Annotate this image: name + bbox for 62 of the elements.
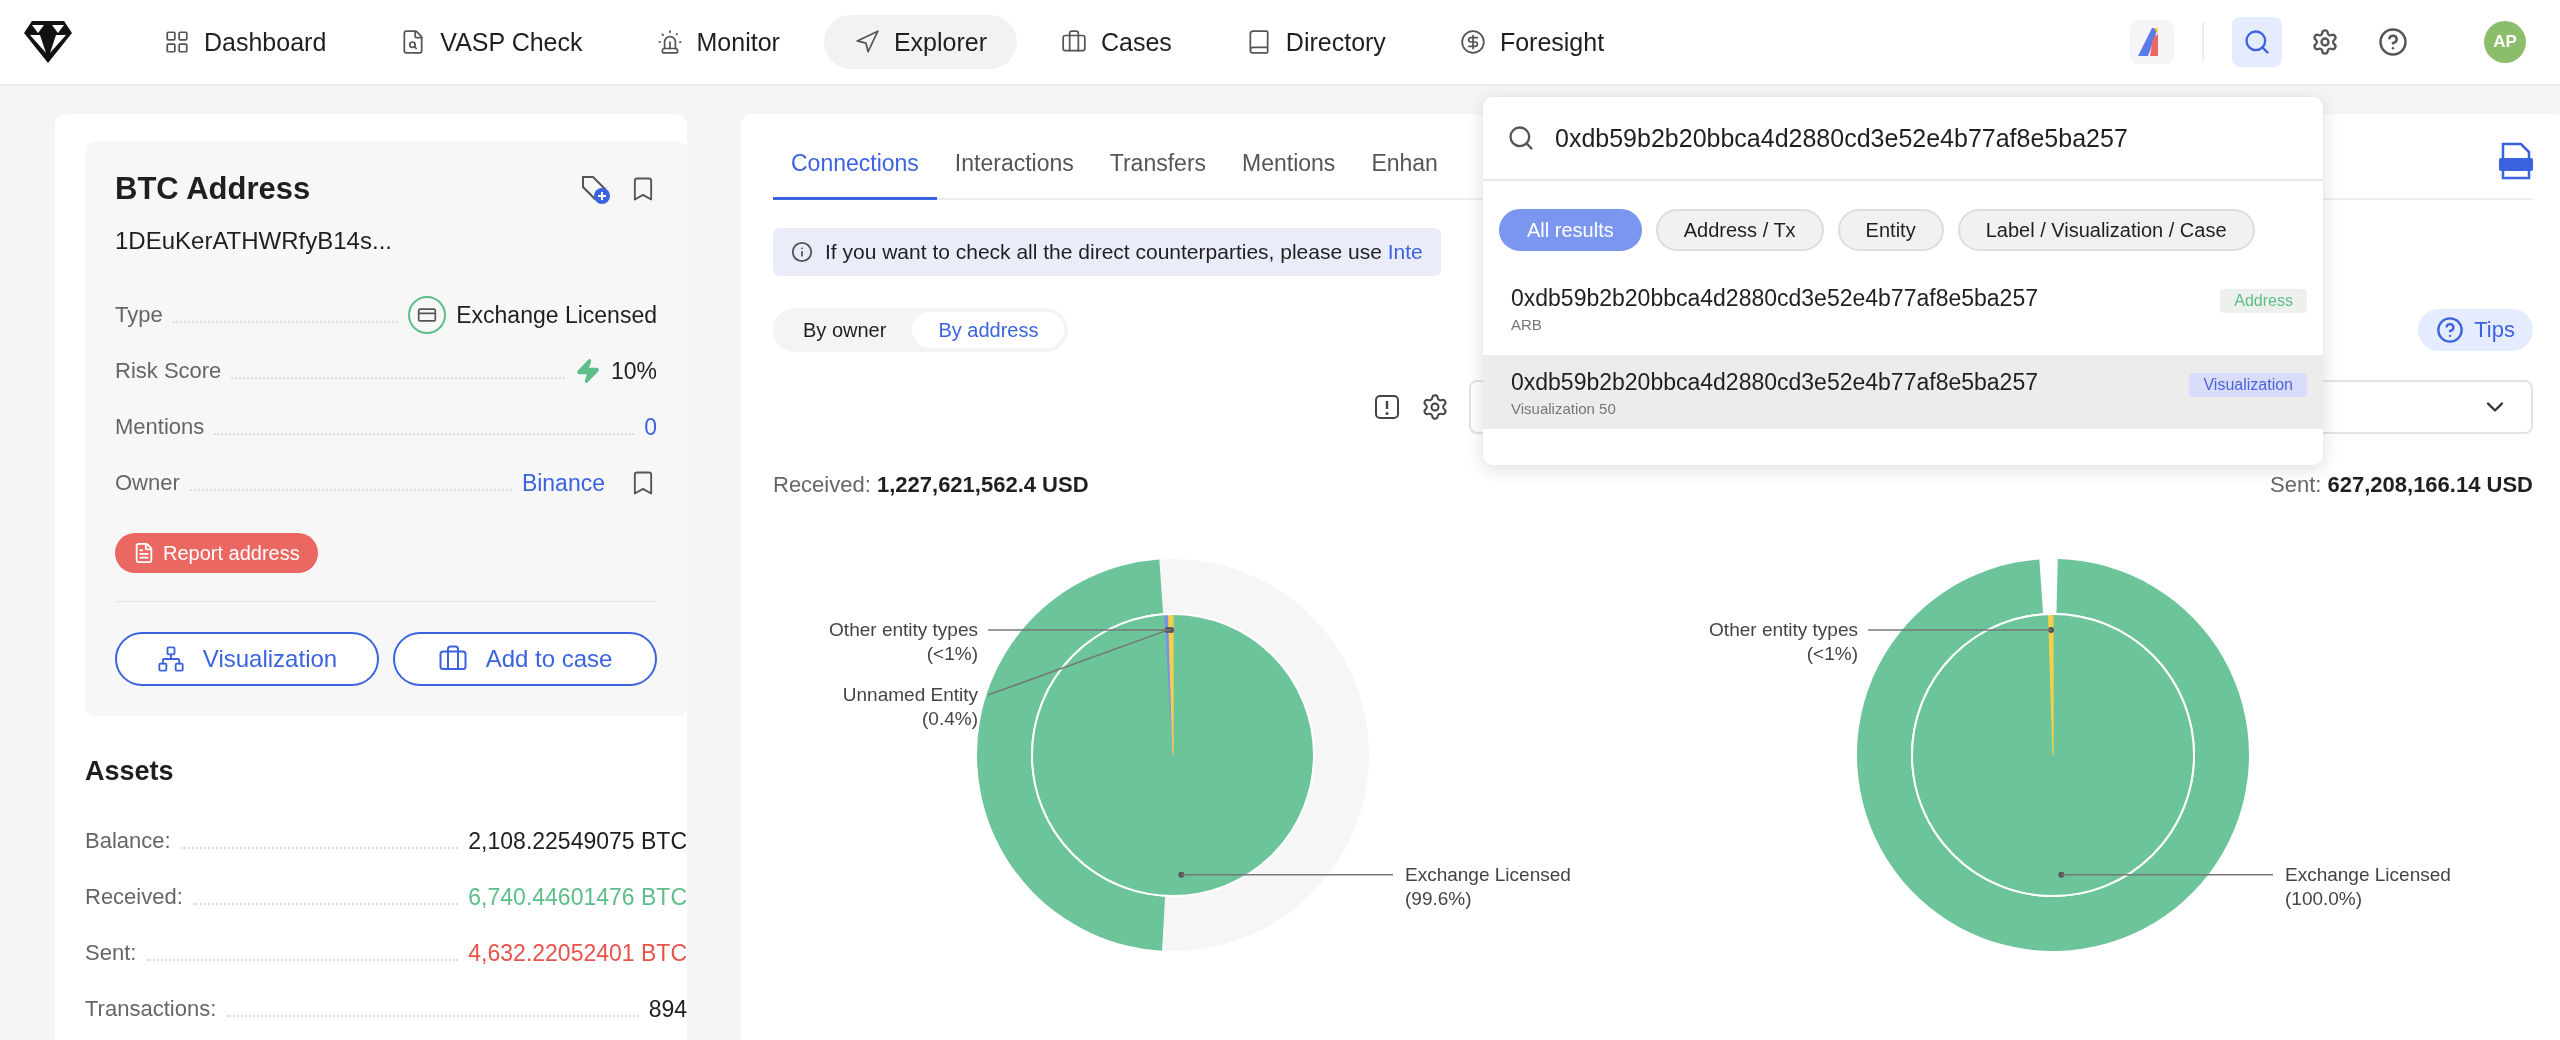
slice-value: (0.4%) bbox=[922, 708, 978, 729]
received-total: Received: 1,227,621,562.4 USD bbox=[773, 472, 1089, 498]
slice-value: (<1%) bbox=[1806, 643, 1858, 664]
tab[interactable]: Interactions bbox=[936, 150, 1092, 200]
slice-label: Unnamed Entity bbox=[842, 684, 978, 705]
search-field[interactable]: 0xdb59b2b20bbca4d2880cd3e52e4b77af8e5ba257 bbox=[1553, 122, 2299, 154]
toggle-option[interactable]: By owner bbox=[777, 312, 913, 348]
detail-value[interactable]: 0 bbox=[644, 413, 657, 441]
slice-label: Exchange Licensed bbox=[1405, 863, 1571, 885]
slice-label: Exchange Licensed bbox=[2285, 863, 2451, 885]
tab[interactable]: Transfers bbox=[1091, 150, 1225, 200]
toggle-option[interactable]: By address bbox=[912, 312, 1065, 348]
asset-label: Balance: bbox=[85, 828, 171, 854]
tab[interactable]: Enhan bbox=[1353, 150, 1456, 200]
tab[interactable]: Mentions bbox=[1224, 150, 1354, 200]
filter-chip[interactable]: Label / Visualization / Case bbox=[1957, 209, 2255, 251]
detail-value: Exchange Licensed bbox=[456, 301, 657, 329]
detail-label: Owner bbox=[115, 470, 180, 496]
nav-item[interactable]: Monitor bbox=[626, 15, 810, 69]
nav-item[interactable]: Directory bbox=[1215, 15, 1416, 69]
banner-text: If you want to check all the direct counterparties, please use Inte bbox=[825, 240, 1423, 264]
detail-label: Mentions bbox=[115, 414, 205, 440]
nav-item[interactable]: VASP Check bbox=[370, 15, 613, 69]
tips-button[interactable]: Tips bbox=[2418, 309, 2533, 351]
search-result[interactable]: 0xdb59b2b20bbca4d2880cd3e52e4b77af8e5ba257 Visualization 50 Visualization bbox=[1483, 355, 2323, 429]
result-tag: Visualization bbox=[2189, 373, 2307, 397]
asset-value: 4,632.22052401 BTC bbox=[468, 939, 687, 967]
detail-value[interactable]: Binance bbox=[521, 469, 605, 497]
slice-value: (<1%) bbox=[926, 643, 978, 664]
slice-value: (100.0%) bbox=[2285, 887, 2363, 909]
asset-value: 6,740.44601476 BTC bbox=[468, 883, 687, 911]
section-title: Assets bbox=[85, 756, 175, 787]
card-title: BTC Address bbox=[115, 171, 312, 207]
banner-link[interactable]: Inte bbox=[1387, 240, 1423, 263]
action-button[interactable]: Visualization bbox=[115, 632, 379, 686]
detail-value: 10% bbox=[610, 357, 657, 385]
result-tag: Address bbox=[2220, 289, 2307, 313]
action-button[interactable]: Add to case bbox=[393, 632, 657, 686]
filter-chip[interactable]: Entity bbox=[1837, 209, 1944, 251]
asset-value: 894 bbox=[648, 995, 687, 1023]
slice-label: Other entity types bbox=[1709, 619, 1858, 640]
asset-label: Sent: bbox=[85, 940, 137, 966]
tab[interactable]: Connections bbox=[773, 150, 937, 200]
nav-item[interactable]: Explorer bbox=[823, 15, 1017, 69]
asset-label: Received: bbox=[85, 884, 183, 910]
asset-value: 2,108.22549075 BTC bbox=[468, 827, 687, 855]
address-text: 1DEuKerATHWRfyB14s... bbox=[115, 227, 393, 255]
search-result[interactable]: 0xdb59b2b20bbca4d2880cd3e52e4b77af8e5ba257 ARB Address bbox=[1483, 271, 2323, 345]
result-title: 0xdb59b2b20bbca4d2880cd3e52e4b77af8e5ba257 bbox=[1511, 369, 2039, 396]
detail-label: Type bbox=[115, 302, 163, 328]
nav-item[interactable]: Cases bbox=[1031, 15, 1202, 69]
detail-label: Risk Score bbox=[115, 358, 222, 384]
nav-item[interactable]: Dashboard bbox=[134, 15, 357, 69]
slice-value: (99.6%) bbox=[1405, 887, 1472, 909]
result-title: 0xdb59b2b20bbca4d2880cd3e52e4b77af8e5ba257 bbox=[1511, 285, 2039, 312]
sent-total: Sent: 627,208,166.14 USD bbox=[2270, 472, 2533, 498]
filter-chip[interactable]: Address / Tx bbox=[1655, 209, 1824, 251]
result-subtitle: ARB bbox=[1511, 316, 1543, 333]
asset-label: Transactions: bbox=[85, 996, 217, 1022]
slice-label: Other entity types bbox=[829, 619, 978, 640]
result-subtitle: Visualization 50 bbox=[1511, 400, 1617, 417]
nav-item[interactable]: Foresight bbox=[1429, 15, 1635, 69]
